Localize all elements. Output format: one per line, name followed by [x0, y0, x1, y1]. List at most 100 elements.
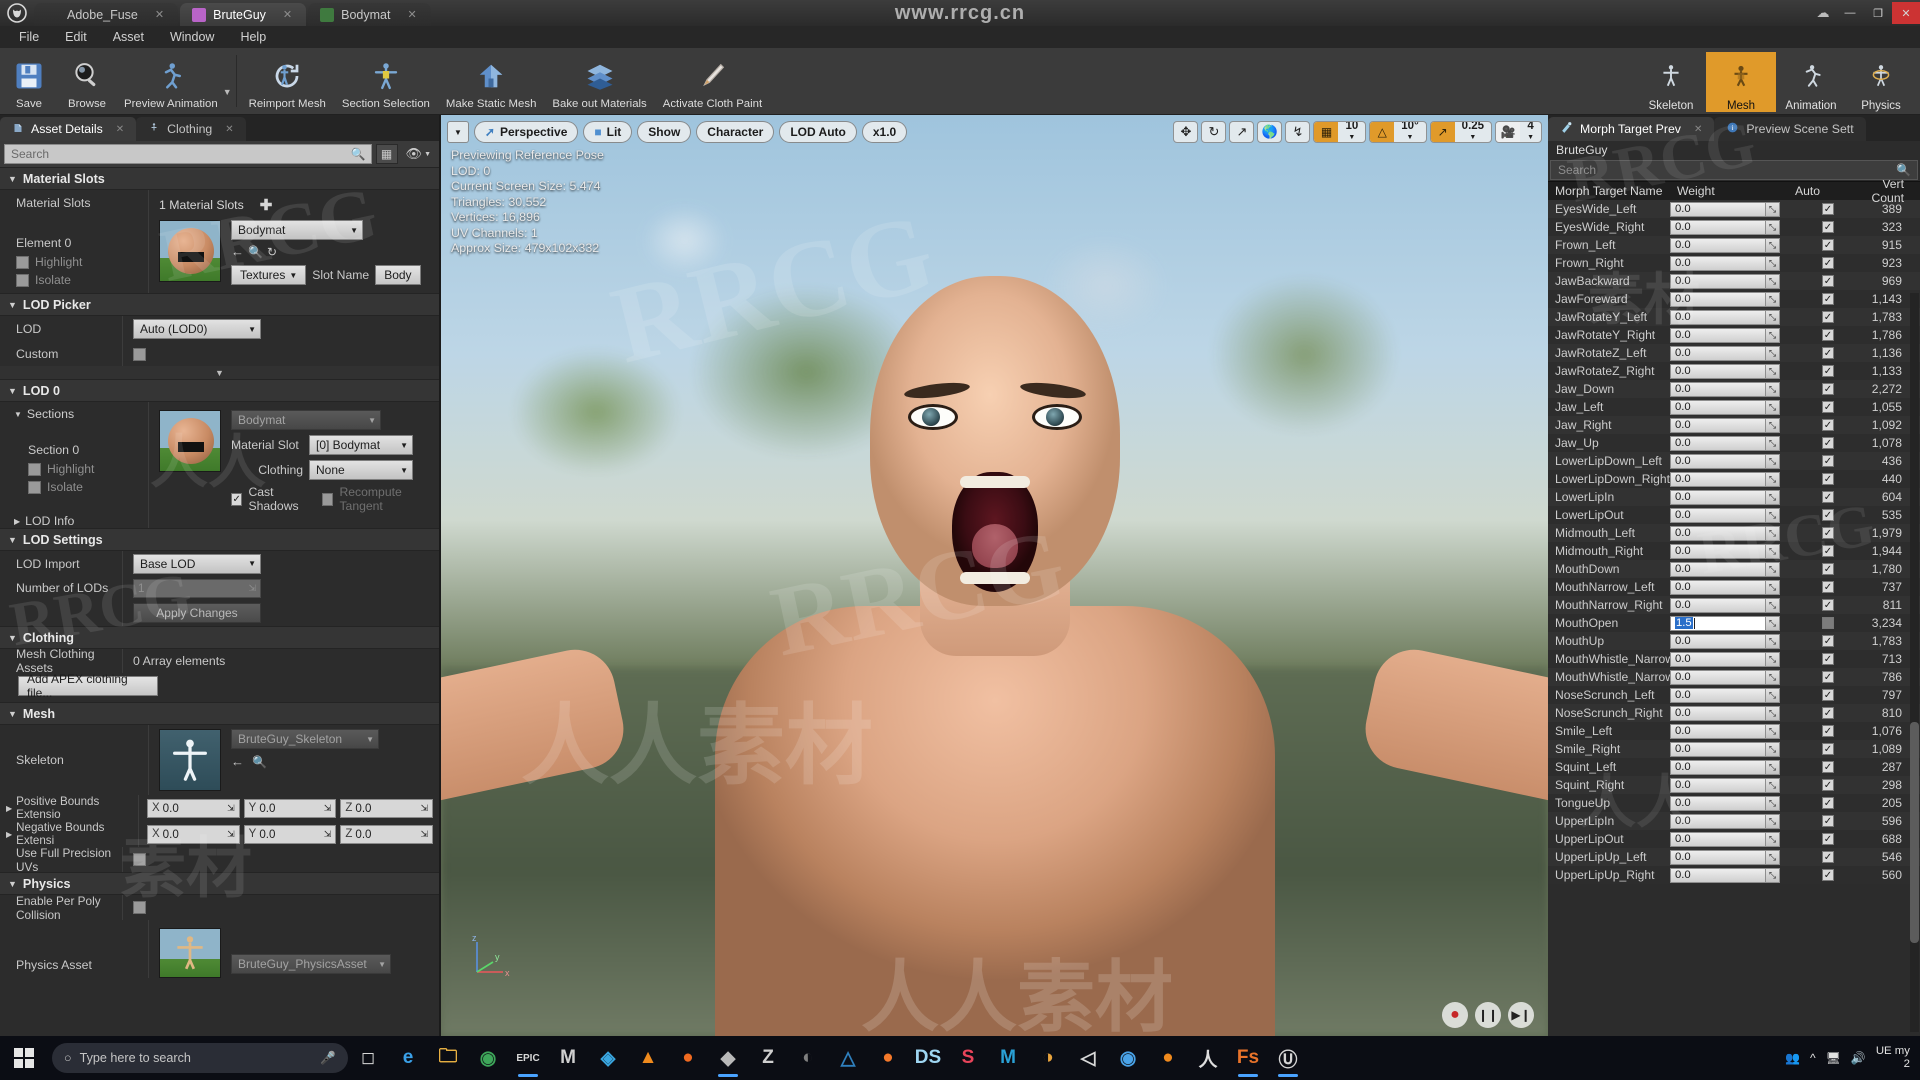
close-icon[interactable]: ✕ — [1694, 124, 1702, 135]
designer-icon[interactable]: M — [548, 1036, 588, 1080]
spinner-icon[interactable]: ⤡ — [1766, 849, 1780, 865]
close-icon[interactable]: ✕ — [407, 8, 416, 21]
taskbar-search[interactable]: ○ Type here to search 🎤 — [52, 1043, 348, 1073]
character-button[interactable]: Character — [696, 121, 775, 143]
morph-target-list[interactable]: EyesWide_Left 0.0 ⤡ ✓ 389 EyesWide_Right 0.0 ⤡ ✓… — [1548, 200, 1920, 884]
morph-weight-field[interactable]: 0.0 — [1670, 219, 1766, 235]
spinner-icon[interactable]: ⤡ — [1766, 615, 1780, 631]
morph-target-row[interactable]: MouthUp 0.0 ⤡ ✓ 1,783 — [1548, 632, 1920, 650]
highlight-checkbox[interactable] — [28, 462, 41, 476]
morph-weight-field[interactable]: 0.0 — [1670, 687, 1766, 703]
lod-import-combo[interactable]: Base LOD ▼ — [133, 553, 261, 574]
section-clothing[interactable]: ▼ Clothing — [0, 626, 439, 649]
morph-weight-field[interactable]: 0.0 — [1670, 417, 1766, 433]
spinner-icon[interactable]: ⤡ — [1766, 795, 1780, 811]
morph-target-row[interactable]: LowerLipIn 0.0 ⤡ ✓ 604 — [1548, 488, 1920, 506]
auto-checkbox[interactable]: ✓ — [1822, 599, 1834, 611]
recompute-tangent-checkbox[interactable] — [322, 492, 334, 506]
camera-speed-value[interactable]: 4 ▼ — [1520, 122, 1541, 142]
morph-weight-field[interactable]: 0.0 — [1670, 741, 1766, 757]
scale-snap-icon[interactable]: ↗ — [1430, 122, 1455, 142]
spinner-icon[interactable]: ⤡ — [1766, 201, 1780, 217]
morph-weight-field[interactable]: 0.0 — [1670, 273, 1766, 289]
camera-speed-icon[interactable]: 🎥 — [1496, 122, 1521, 142]
physics-asset-thumbnail[interactable] — [159, 928, 221, 978]
auto-checkbox[interactable]: ✓ — [1822, 347, 1834, 359]
material-combo[interactable]: Bodymat ▼ — [231, 220, 363, 240]
morph-weight-field[interactable]: 0.0 — [1670, 201, 1766, 217]
clock[interactable]: UE my 2 — [1876, 1045, 1910, 1071]
morph-weight-field[interactable]: 0.0 — [1670, 363, 1766, 379]
morph-weight-field[interactable]: 0.0 — [1670, 471, 1766, 487]
morph-target-row[interactable]: Jaw_Up 0.0 ⤡ ✓ 1,078 — [1548, 434, 1920, 452]
world-space-icon[interactable]: 🌎 — [1257, 121, 1283, 143]
morph-weight-field[interactable]: 0.0 — [1670, 435, 1766, 451]
morph-weight-field[interactable]: 0.0 — [1670, 309, 1766, 325]
mixamo-icon[interactable]: 人 — [1188, 1036, 1228, 1080]
close-icon[interactable]: ✕ — [225, 124, 233, 135]
morph-weight-field[interactable]: 0.0 — [1670, 813, 1766, 829]
number-of-lods-field[interactable]: 1 ⇲ — [133, 578, 261, 598]
morph-weight-field[interactable]: 0.0 — [1670, 507, 1766, 523]
morph-weight-field[interactable]: 0.0 — [1670, 255, 1766, 271]
activate-cloth-paint-button[interactable]: Activate Cloth Paint — [655, 49, 770, 113]
morph-target-row[interactable]: UpperLipIn 0.0 ⤡ ✓ 596 — [1548, 812, 1920, 830]
reset-icon[interactable]: ↻ — [267, 245, 277, 259]
spinner-icon[interactable]: ⤡ — [1766, 489, 1780, 505]
section-physics[interactable]: ▼ Physics — [0, 872, 439, 895]
cast-shadows-checkbox[interactable]: ✓ — [231, 492, 243, 506]
auto-checkbox[interactable]: ✓ — [1822, 455, 1834, 467]
auto-checkbox[interactable]: ✓ — [1822, 545, 1834, 557]
auto-checkbox[interactable]: ✓ — [1822, 797, 1834, 809]
positive-bounds-x[interactable]: X 0.0 ⇲ — [147, 798, 240, 818]
morph-weight-field[interactable]: 0.0 — [1670, 237, 1766, 253]
auto-checkbox[interactable]: ✓ — [1822, 725, 1834, 737]
morph-target-row[interactable]: MouthWhistle_NarrowAdjust_Left0.0⤡ ✓ 713 — [1548, 650, 1920, 668]
spinner-icon[interactable]: ⤡ — [1766, 255, 1780, 271]
morph-target-row[interactable]: Jaw_Right 0.0 ⤡ ✓ 1,092 — [1548, 416, 1920, 434]
auto-checkbox[interactable]: ✓ — [1822, 851, 1834, 863]
section-lod-settings[interactable]: ▼ LOD Settings — [0, 528, 439, 551]
morph-target-row[interactable]: JawBackward 0.0 ⤡ ✓ 969 — [1548, 272, 1920, 290]
negative-bounds-x[interactable]: X 0.0 ⇲ — [147, 824, 240, 844]
morph-target-row[interactable]: MouthWhistle_NarrowAdjust_Right0.0⤡ ✓ 786 — [1548, 668, 1920, 686]
column-auto[interactable]: Auto — [1788, 184, 1858, 198]
spinner-icon[interactable]: ⤡ — [1766, 579, 1780, 595]
spinner-icon[interactable]: ⤡ — [1766, 759, 1780, 775]
spinner-icon[interactable]: ⤡ — [1766, 741, 1780, 757]
menu-file[interactable]: File — [6, 26, 52, 48]
morph-target-row[interactable]: JawRotateZ_Right 0.0 ⤡ ✓ 1,133 — [1548, 362, 1920, 380]
clothing-combo[interactable]: None ▼ — [309, 460, 413, 480]
morph-target-row[interactable]: JawRotateY_Right 0.0 ⤡ ✓ 1,786 — [1548, 326, 1920, 344]
auto-checkbox[interactable]: ✓ — [1822, 365, 1834, 377]
auto-checkbox[interactable]: ✓ — [1822, 743, 1834, 755]
apply-changes-button[interactable]: Apply Changes — [133, 603, 261, 623]
isolate-checkbox[interactable] — [16, 273, 29, 287]
morph-target-row[interactable]: UpperLipUp_Left 0.0 ⤡ ✓ 546 — [1548, 848, 1920, 866]
spinner-icon[interactable]: ⤡ — [1766, 867, 1780, 883]
morph-target-row[interactable]: Midmouth_Left 0.0 ⤡ ✓ 1,979 — [1548, 524, 1920, 542]
people-icon[interactable]: 👥 — [1785, 1051, 1800, 1065]
auto-checkbox[interactable]: ✓ — [1822, 437, 1834, 449]
column-weight[interactable]: Weight — [1670, 184, 1788, 198]
section-mesh[interactable]: ▼ Mesh — [0, 702, 439, 725]
morph-target-row[interactable]: LowerLipOut 0.0 ⤡ ✓ 535 — [1548, 506, 1920, 524]
highlight-checkbox[interactable] — [16, 255, 29, 269]
search-input[interactable]: Search 🔍 — [4, 144, 372, 164]
angle-snap-value[interactable]: 10° ▼ — [1394, 122, 1425, 142]
auto-checkbox[interactable]: ✓ — [1822, 401, 1834, 413]
morph-target-row[interactable]: Smile_Right 0.0 ⤡ ✓ 1,089 — [1548, 740, 1920, 758]
chrome-icon[interactable]: ◉ — [468, 1036, 508, 1080]
tab-asset-details[interactable]: Asset Details ✕ — [0, 117, 137, 141]
material-slot-combo[interactable]: [0] Bodymat ▼ — [309, 435, 413, 455]
reimport-mesh-button[interactable]: Reimport Mesh — [241, 49, 334, 113]
morph-target-row[interactable]: NoseScrunch_Left 0.0 ⤡ ✓ 797 — [1548, 686, 1920, 704]
column-morph-target-name[interactable]: Morph Target Name — [1548, 184, 1670, 198]
spinner-icon[interactable]: ⤡ — [1766, 597, 1780, 613]
spinner-icon[interactable]: ⤡ — [1766, 345, 1780, 361]
morph-weight-field[interactable]: 0.0 — [1670, 453, 1766, 469]
tab-clothing[interactable]: Clothing ✕ — [136, 117, 246, 141]
auto-checkbox[interactable]: ✓ — [1822, 635, 1834, 647]
morph-target-row[interactable]: UpperLipOut 0.0 ⤡ ✓ 688 — [1548, 830, 1920, 848]
expand-icon[interactable]: ▶ — [14, 517, 20, 526]
